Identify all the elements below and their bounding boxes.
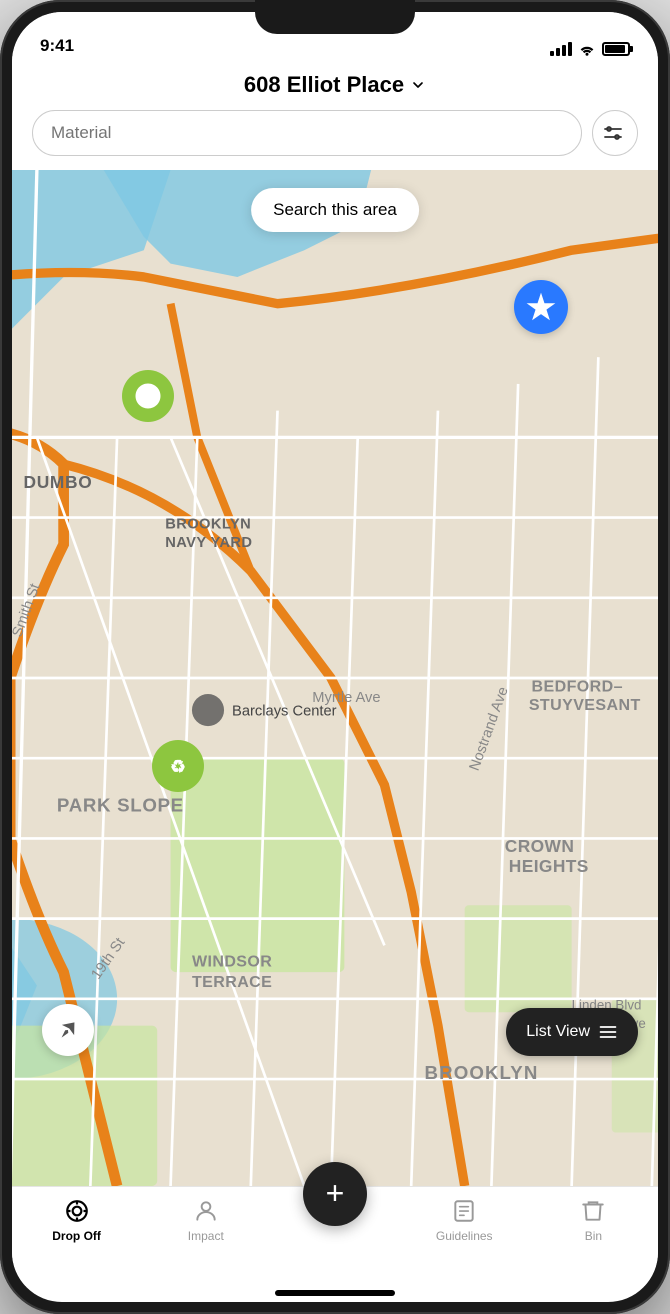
fab-icon: +	[326, 1177, 345, 1209]
svg-text:BEDFORD–: BEDFORD–	[532, 677, 623, 695]
svg-text:BROOKLYN: BROOKLYN	[165, 516, 251, 532]
svg-text:CROWN: CROWN	[505, 836, 575, 856]
location-title[interactable]: 608 Elliot Place	[32, 72, 638, 98]
my-location-button[interactable]	[42, 1004, 94, 1056]
svg-text:DUMBO: DUMBO	[24, 472, 93, 492]
status-icons	[550, 42, 630, 56]
signal-icon	[550, 42, 572, 56]
bin-icon	[579, 1197, 607, 1225]
svg-text:TERRACE: TERRACE	[192, 973, 272, 991]
tab-impact[interactable]: Impact	[141, 1197, 270, 1243]
battery-icon	[602, 42, 630, 56]
svg-text:♻: ♻	[144, 394, 153, 405]
phone-screen: 9:41 608 Elliot Place	[12, 12, 658, 1302]
guidelines-label: Guidelines	[436, 1229, 493, 1243]
drop-off-label: Drop Off	[52, 1229, 101, 1243]
svg-text:BROOKLYN: BROOKLYN	[425, 1062, 539, 1083]
home-indicator	[275, 1290, 395, 1296]
location-name: 608 Elliot Place	[244, 72, 404, 98]
material-search-wrap[interactable]	[32, 110, 582, 156]
svg-text:HEIGHTS: HEIGHTS	[509, 856, 589, 876]
svg-text:NAVY YARD: NAVY YARD	[165, 535, 252, 551]
chevron-down-icon	[410, 77, 426, 93]
list-icon	[598, 1022, 618, 1042]
list-view-label: List View	[526, 1023, 590, 1041]
wifi-icon	[578, 42, 596, 56]
tab-drop-off[interactable]: Drop Off	[12, 1197, 141, 1243]
impact-icon	[192, 1197, 220, 1225]
map-container[interactable]: 278 278 DUMBO BROOKLYN NAVY YARD BEDFORD…	[12, 170, 658, 1186]
svg-text:♻: ♻	[170, 756, 186, 776]
guidelines-icon	[450, 1197, 478, 1225]
recycle-marker-2[interactable]: ♻	[152, 740, 204, 792]
list-view-button[interactable]: List View	[506, 1008, 638, 1056]
svg-text:Barclays Center: Barclays Center	[232, 703, 337, 719]
search-row	[32, 110, 638, 156]
tab-bin[interactable]: Bin	[529, 1197, 658, 1243]
recycle-marker-1[interactable]: ♻	[122, 370, 174, 422]
notch	[255, 0, 415, 34]
material-search-input[interactable]	[51, 123, 563, 143]
bin-label: Bin	[585, 1229, 602, 1243]
status-time: 9:41	[40, 36, 74, 56]
filter-button[interactable]	[592, 110, 638, 156]
app-header: 608 Elliot Place	[12, 62, 658, 170]
svg-text:STUYVESANT: STUYVESANT	[529, 696, 641, 714]
filter-icon	[603, 121, 627, 145]
tab-guidelines[interactable]: Guidelines	[400, 1197, 529, 1243]
location-arrow-icon	[56, 1018, 80, 1042]
fab-add-button[interactable]: +	[303, 1162, 367, 1226]
drop-off-icon	[63, 1197, 91, 1225]
impact-label: Impact	[188, 1229, 224, 1243]
svg-text:PARK SLOPE: PARK SLOPE	[57, 795, 184, 816]
favorite-marker[interactable]	[514, 280, 568, 334]
phone-frame: 9:41 608 Elliot Place	[0, 0, 670, 1314]
tab-bar: Drop Off Impact	[12, 1186, 658, 1286]
svg-text:WINDSOR: WINDSOR	[192, 953, 272, 971]
search-area-button[interactable]: Search this area	[251, 188, 419, 232]
